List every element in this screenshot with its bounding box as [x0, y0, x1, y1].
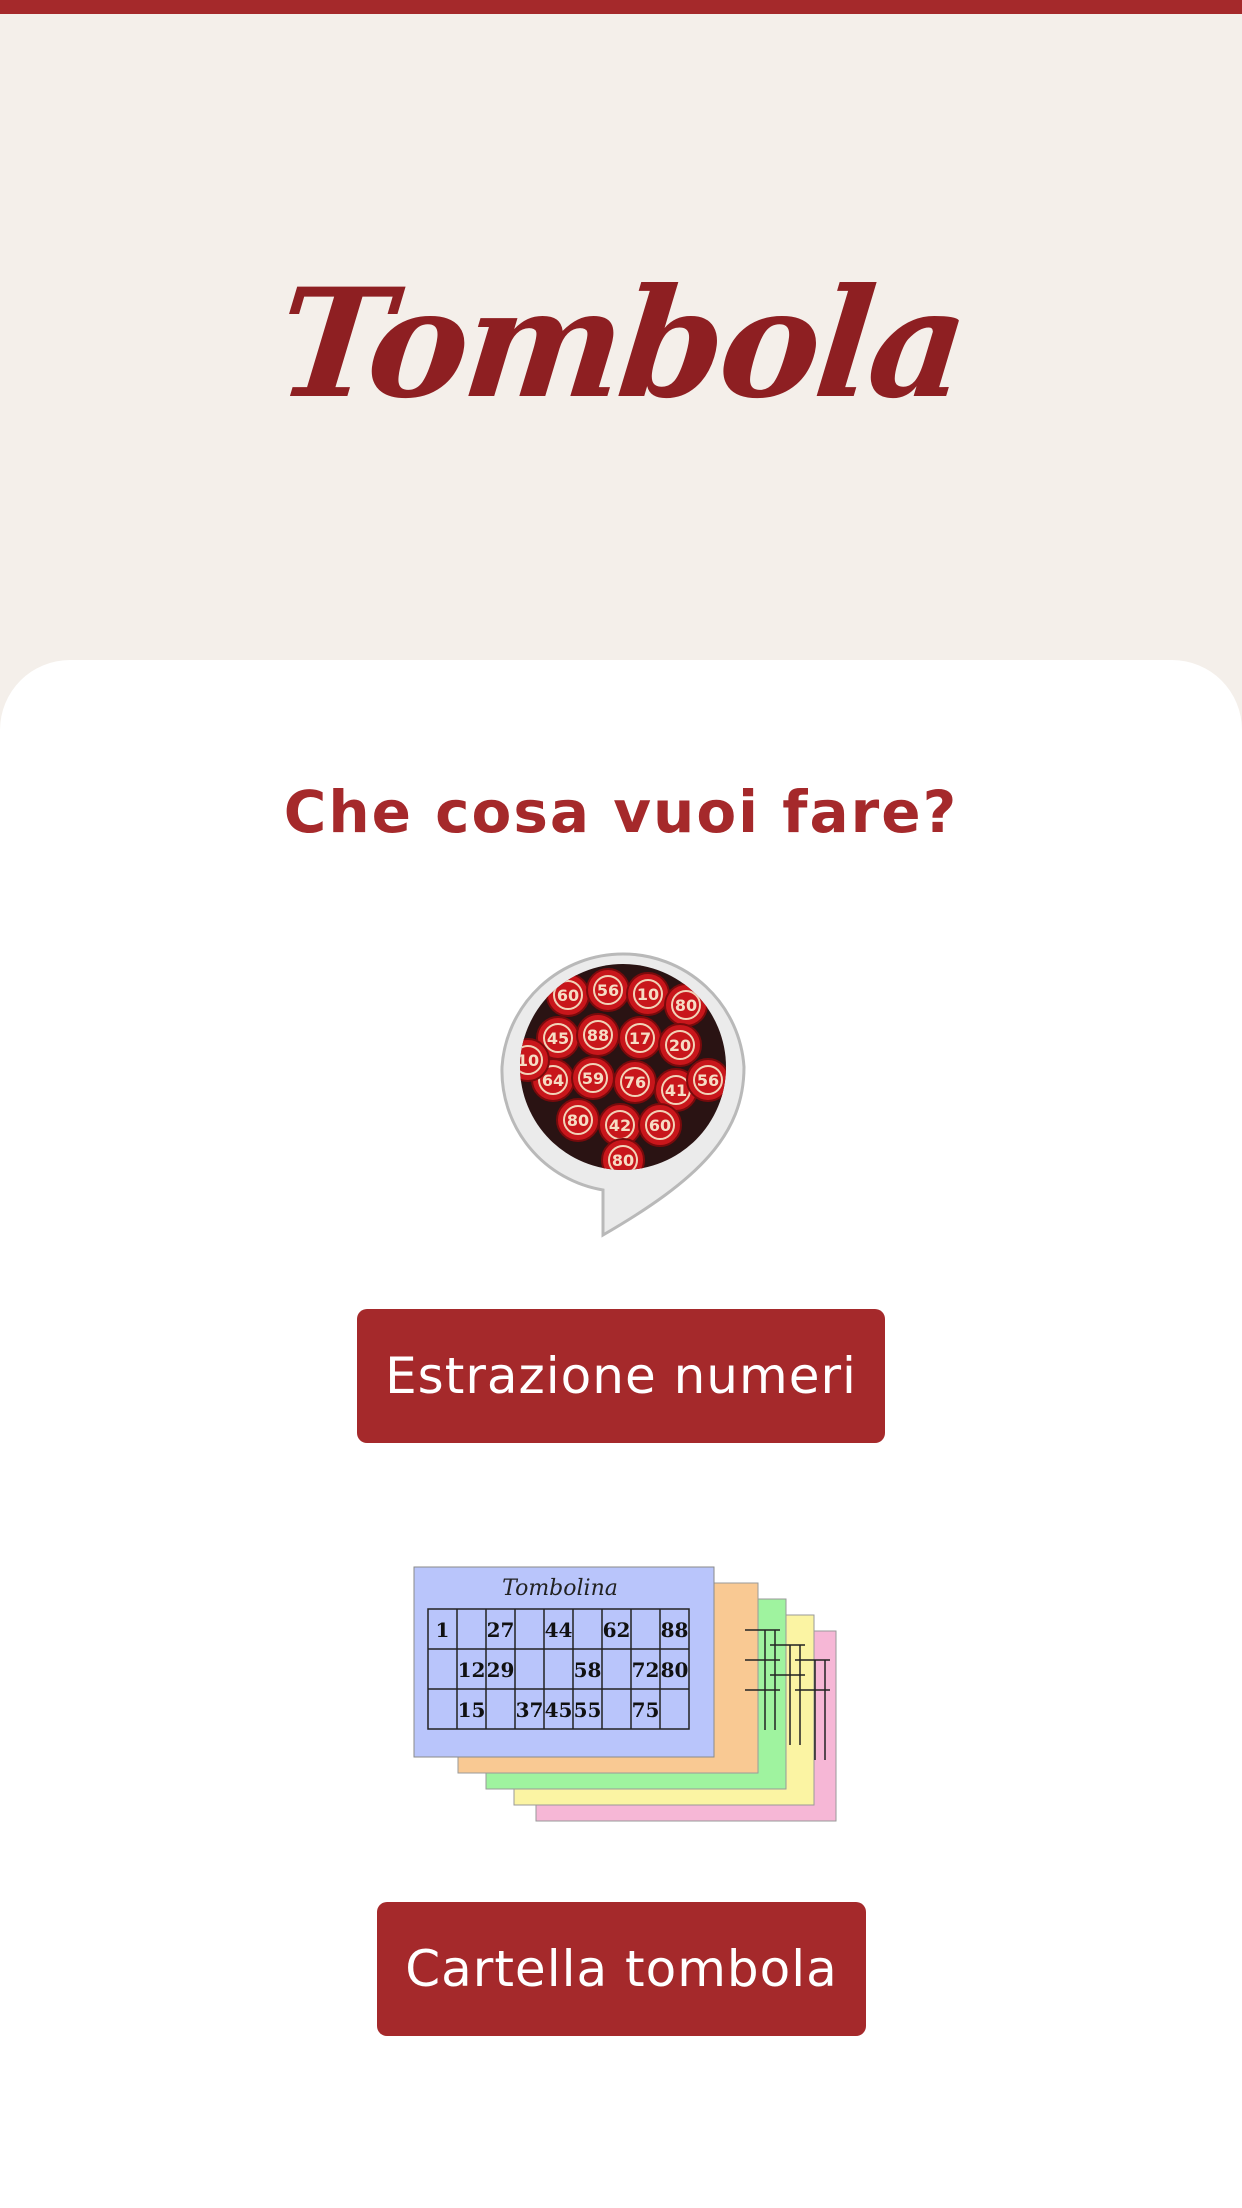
tombolina-title: Tombolina — [502, 1576, 618, 1601]
app-logo-title: Tombola — [269, 256, 973, 432]
tombolina-number: 80 — [661, 1658, 689, 1682]
token-number: 56 — [597, 981, 619, 1000]
tombolina-number: 15 — [458, 1698, 486, 1722]
tombolina-number: 37 — [516, 1698, 544, 1722]
token-number: 59 — [582, 1069, 604, 1088]
tombolina-number: 45 — [545, 1698, 573, 1722]
token-number: 17 — [629, 1029, 651, 1048]
tombolina-number: 55 — [574, 1698, 602, 1722]
token-number: 80 — [612, 1151, 634, 1170]
tombola-cards-icon[interactable]: Tombolina 1 27 44 62 88 12 29 58 72 80 15 37 45 55 75 — [410, 1565, 840, 1855]
header: Tombola — [0, 14, 1242, 660]
token-number: 76 — [624, 1073, 646, 1092]
tombolina-number: 44 — [545, 1618, 573, 1642]
token-number: 64 — [542, 1071, 564, 1090]
token-number: 56 — [697, 1071, 719, 1090]
token-number: 88 — [587, 1026, 609, 1045]
tombolina-number: 62 — [603, 1618, 631, 1642]
tombolina-number: 12 — [458, 1658, 486, 1682]
token-number: 41 — [665, 1081, 687, 1100]
token-number: 45 — [547, 1029, 569, 1048]
estrazione-numeri-button[interactable]: Estrazione numeri — [357, 1309, 885, 1443]
token-number: 80 — [567, 1111, 589, 1130]
top-accent-bar — [0, 0, 1242, 14]
tombolina-number: 27 — [487, 1618, 515, 1642]
tombola-numbers-bubble-icon[interactable]: 60 56 108045 88 17 2064 59 76 4180 42 60561080 — [498, 950, 748, 1250]
token-number: 60 — [557, 986, 579, 1005]
page-question: Che cosa vuoi fare? — [283, 778, 959, 846]
token-number: 10 — [637, 985, 659, 1004]
tombolina-number: 29 — [487, 1658, 515, 1682]
token-number: 42 — [609, 1116, 631, 1135]
cartella-tombola-button[interactable]: Cartella tombola — [377, 1902, 866, 2036]
tombolina-number: 72 — [632, 1658, 660, 1682]
main-card: Che cosa vuoi fare? 60 56 10 80 45 88 17 20 64 59… — [0, 660, 1242, 2208]
tombolina-number: 75 — [632, 1698, 660, 1722]
tombolina-number: 1 — [436, 1618, 450, 1642]
token-number: 60 — [649, 1116, 671, 1135]
tombolina-number: 58 — [574, 1658, 602, 1682]
tombolina-number: 88 — [661, 1618, 689, 1642]
token-number: 20 — [669, 1036, 691, 1055]
token-number: 80 — [675, 996, 697, 1015]
